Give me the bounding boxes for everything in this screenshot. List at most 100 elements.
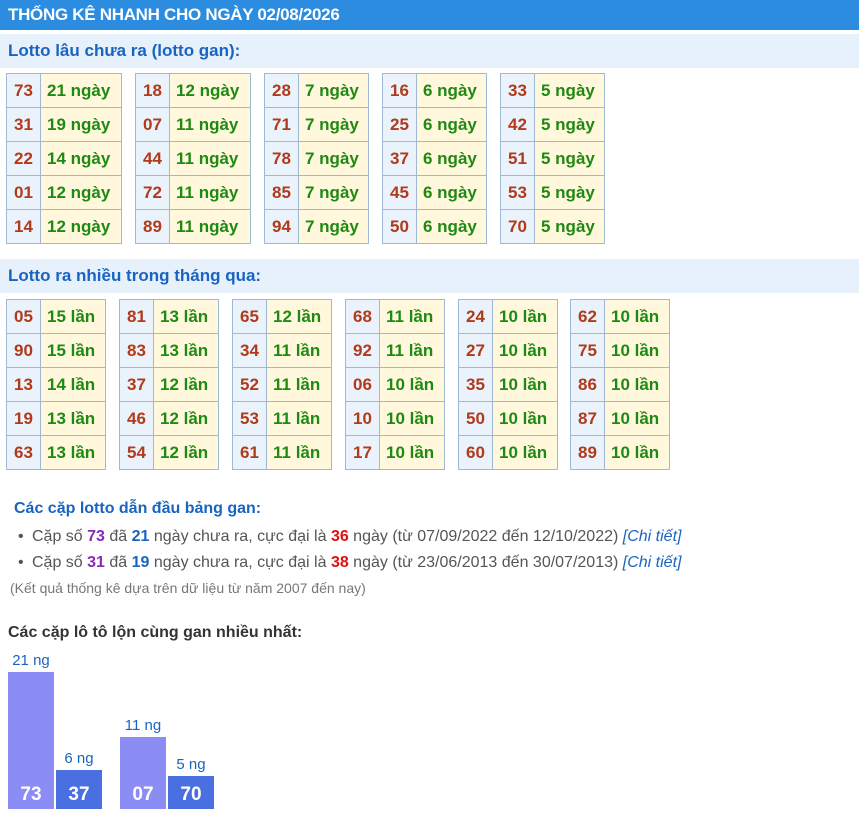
table-row: 35 10 lần — [458, 367, 558, 402]
table-row: 92 11 lần — [345, 333, 445, 368]
days-count: 11 ngày — [169, 175, 251, 210]
pair-max: 36 — [330, 528, 349, 545]
bar-37: 37 — [56, 770, 102, 809]
lotto-number: 50 — [458, 401, 493, 436]
frequent-table: 68 11 lần 92 11 lần 06 10 lần 10 10 lần 17 10 lần — [345, 299, 445, 470]
bar-07: 07 — [120, 737, 166, 809]
table-row: 52 11 lần — [232, 367, 332, 402]
lotto-number: 68 — [345, 299, 380, 334]
table-row: 70 5 ngày — [500, 209, 605, 244]
times-count: 12 lần — [153, 435, 219, 470]
lotto-number: 18 — [135, 73, 170, 108]
table-row: 05 15 lần — [6, 299, 106, 334]
days-count: 6 ngày — [416, 107, 487, 142]
lotto-number: 10 — [345, 401, 380, 436]
table-row: 13 14 lần — [6, 367, 106, 402]
table-row: 46 12 lần — [119, 401, 219, 436]
table-row: 71 7 ngày — [264, 107, 369, 142]
detail-link[interactable]: [Chi tiết] — [623, 554, 682, 571]
days-count: 7 ngày — [298, 175, 369, 210]
lotto-number: 83 — [119, 333, 154, 368]
times-count: 11 lần — [266, 333, 332, 368]
lotto-number: 92 — [345, 333, 380, 368]
lotto-number: 35 — [458, 367, 493, 402]
lotto-number: 54 — [119, 435, 154, 470]
days-count: 11 ngày — [169, 141, 251, 176]
table-row: 87 10 lần — [570, 401, 670, 436]
table-row: 24 10 lần — [458, 299, 558, 334]
days-count: 12 ngày — [40, 209, 122, 244]
lotto-number: 89 — [570, 435, 605, 470]
table-row: 78 7 ngày — [264, 141, 369, 176]
bullet-icon: • — [18, 528, 24, 545]
gan-section-title: Lotto lâu chưa ra (lotto gan): — [0, 34, 859, 68]
days-count: 21 ngày — [40, 73, 122, 108]
lotto-number: 06 — [345, 367, 380, 402]
table-row: 16 6 ngày — [382, 73, 487, 108]
page-title: THỐNG KÊ NHANH CHO NGÀY 02/08/2026 — [0, 0, 859, 30]
table-row: 06 10 lần — [345, 367, 445, 402]
times-count: 15 lần — [40, 333, 106, 368]
table-row: 31 19 ngày — [6, 107, 122, 142]
table-row: 25 6 ngày — [382, 107, 487, 142]
bullet-icon: • — [18, 554, 24, 571]
times-count: 10 lần — [492, 367, 558, 402]
times-count: 11 lần — [266, 367, 332, 402]
pair-number: 31 — [87, 554, 105, 571]
frequent-table: 65 12 lần 34 11 lần 52 11 lần 53 11 lần 61 11 lần — [232, 299, 332, 470]
lotto-number: 75 — [570, 333, 605, 368]
gan-table: 18 12 ngày 07 11 ngày 44 11 ngày 72 11 ngày 89 11… — [135, 73, 251, 244]
times-count: 10 lần — [492, 333, 558, 368]
lotto-number: 60 — [458, 435, 493, 470]
days-count: 7 ngày — [298, 73, 369, 108]
bar-label: 6 ng — [64, 750, 94, 767]
times-count: 10 lần — [604, 435, 670, 470]
table-row: 44 11 ngày — [135, 141, 251, 176]
table-row: 50 10 lần — [458, 401, 558, 436]
table-row: 17 10 lần — [345, 435, 445, 470]
times-count: 12 lần — [153, 367, 219, 402]
days-count: 6 ngày — [416, 175, 487, 210]
table-row: 54 12 lần — [119, 435, 219, 470]
pairs-list: • Cặp số 73 đã 21 ngày chưa ra, cực đại … — [18, 527, 681, 579]
times-count: 10 lần — [379, 435, 445, 470]
lotto-number: 89 — [135, 209, 170, 244]
table-row: 45 6 ngày — [382, 175, 487, 210]
detail-link[interactable]: [Chi tiết] — [623, 528, 682, 545]
days-count: 6 ngày — [416, 141, 487, 176]
lotto-number: 14 — [6, 209, 41, 244]
times-count: 10 lần — [604, 299, 670, 334]
lotto-number: 70 — [500, 209, 535, 244]
lotto-number: 61 — [232, 435, 267, 470]
lotto-number: 01 — [6, 175, 41, 210]
bar-number: 37 — [68, 784, 90, 805]
table-row: 34 11 lần — [232, 333, 332, 368]
list-item: • Cặp số 31 đã 19 ngày chưa ra, cực đại … — [18, 554, 682, 571]
times-count: 10 lần — [492, 299, 558, 334]
days-count: 11 ngày — [169, 209, 251, 244]
lotto-number: 53 — [500, 175, 535, 210]
table-row: 53 5 ngày — [500, 175, 605, 210]
times-count: 13 lần — [40, 435, 106, 470]
lotto-number: 22 — [6, 141, 41, 176]
lotto-number: 33 — [500, 73, 535, 108]
frequent-table: 81 13 lần 83 13 lần 37 12 lần 46 12 lần 54 12 lần — [119, 299, 219, 470]
pair-days: 19 — [131, 554, 150, 571]
lotto-number: 44 — [135, 141, 170, 176]
days-count: 6 ngày — [416, 73, 487, 108]
times-count: 10 lần — [379, 367, 445, 402]
lotto-number: 85 — [264, 175, 299, 210]
pair-number: 73 — [87, 528, 105, 545]
days-count: 5 ngày — [534, 73, 605, 108]
days-count: 5 ngày — [534, 175, 605, 210]
bar-number: 70 — [180, 784, 202, 805]
gan-table: 33 5 ngày 42 5 ngày 51 5 ngày 53 5 ngày 70 5 ngày — [500, 73, 605, 244]
lotto-number: 78 — [264, 141, 299, 176]
bar-label: 11 ng — [124, 717, 162, 734]
table-row: 89 11 ngày — [135, 209, 251, 244]
lotto-number: 19 — [6, 401, 41, 436]
lotto-number: 34 — [232, 333, 267, 368]
table-row: 68 11 lần — [345, 299, 445, 334]
table-row: 85 7 ngày — [264, 175, 369, 210]
lotto-number: 42 — [500, 107, 535, 142]
